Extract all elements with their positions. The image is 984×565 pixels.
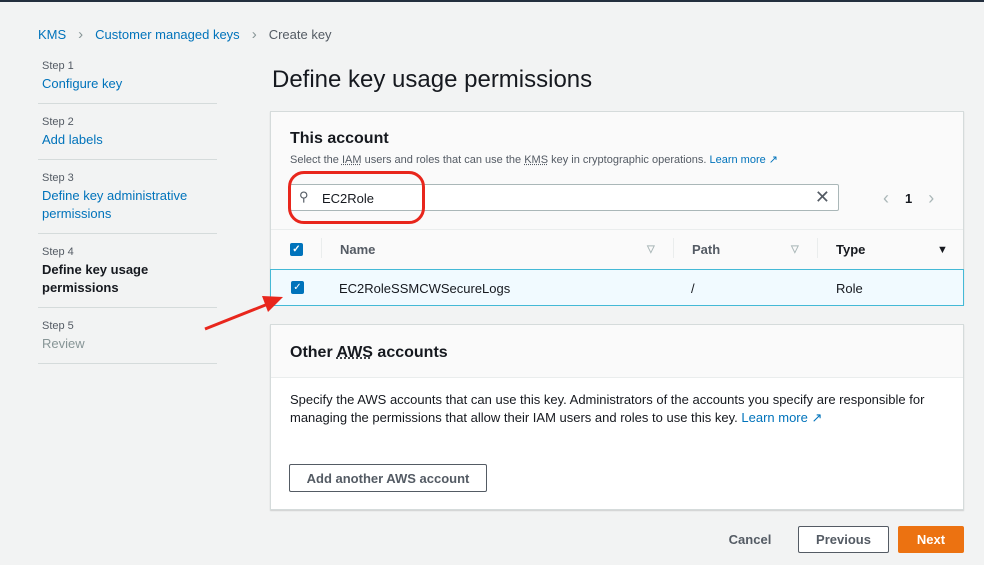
step-number: Step 5 [42,320,74,332]
cancel-button[interactable]: Cancel [716,526,784,553]
section-title: Other AWS accounts [271,325,963,378]
step-number: Step 1 [42,60,74,72]
step-current-usage-permissions: Define key usage permissions [42,262,149,295]
row-path: / [691,281,695,296]
desc-text: Select the [290,154,342,166]
step-review: Review [42,336,85,351]
page-title: Define key usage permissions [272,66,593,93]
step-link-configure-key[interactable]: Configure key [42,75,213,93]
next-button[interactable]: Next [898,526,964,553]
step-number: Step 4 [42,246,74,258]
step-link-add-labels[interactable]: Add labels [42,131,213,149]
step-number: Step 3 [42,172,74,184]
column-path[interactable]: Path [692,242,720,257]
clear-search-icon[interactable]: ✕ [815,187,830,208]
iam-abbr: IAM [341,154,362,166]
this-account-panel: This account Select the IAM users and ro… [270,111,964,306]
add-aws-account-button[interactable]: Add another AWS account [289,464,487,492]
row-checkbox[interactable]: ✓ [291,281,304,294]
sort-desc-icon[interactable]: ▼ [937,244,948,256]
desc-text: key in cryptographic operations. [548,154,710,166]
wizard-steps: Step 1 Configure key Step 2 Add labels Ste… [38,58,217,374]
title-text: Other [290,344,337,361]
sort-icon[interactable]: ▽ [647,244,655,255]
annotation-highlight [288,171,425,224]
aws-abbr: AWS [336,344,373,361]
breadcrumb-customer-managed-keys[interactable]: Customer managed keys [95,27,240,42]
chevron-right-icon: › [251,26,257,43]
chevron-right-icon: › [78,26,84,43]
learn-more-link[interactable]: Learn more [709,154,765,166]
desc-text: users and roles that can use the [361,154,525,166]
title-text: accounts [372,344,448,361]
learn-more-link[interactable]: Learn more [741,410,807,425]
section-description: Specify the AWS accounts that can use th… [290,391,930,427]
row-type: Role [836,281,863,296]
prev-page-icon[interactable]: ‹ [883,188,889,209]
row-name: EC2RoleSSMCWSecureLogs [339,281,511,296]
select-all-checkbox[interactable]: ✓ [290,243,303,256]
sort-icon[interactable]: ▽ [791,244,799,255]
external-link-icon: ↗ [811,410,823,425]
table-header: ✓ Name ▽ Path ▽ Type ▼ [271,229,963,269]
page-number[interactable]: 1 [905,191,912,206]
previous-button[interactable]: Previous [798,526,889,553]
step-link-admin-permissions[interactable]: Define key administrative permissions [42,187,213,223]
external-link-icon: ↗ [768,154,779,166]
pagination: ‹ 1 › [883,188,934,209]
kms-abbr: KMS [524,154,549,166]
step-number: Step 2 [42,116,74,128]
section-description: Select the IAM users and roles that can … [290,153,778,166]
breadcrumb-current: Create key [268,27,332,42]
column-name[interactable]: Name [340,242,375,257]
section-title: This account [290,130,389,147]
other-accounts-panel: Other AWS accounts Specify the AWS accou… [270,324,964,510]
next-page-icon[interactable]: › [928,188,934,209]
table-row[interactable]: ✓ EC2RoleSSMCWSecureLogs / Role [270,269,964,306]
desc-text: Specify the AWS accounts that can use th… [290,392,925,425]
column-type[interactable]: Type [836,242,865,257]
breadcrumb: KMS › Customer managed keys › Create key [38,26,332,43]
breadcrumb-kms[interactable]: KMS [38,27,66,42]
